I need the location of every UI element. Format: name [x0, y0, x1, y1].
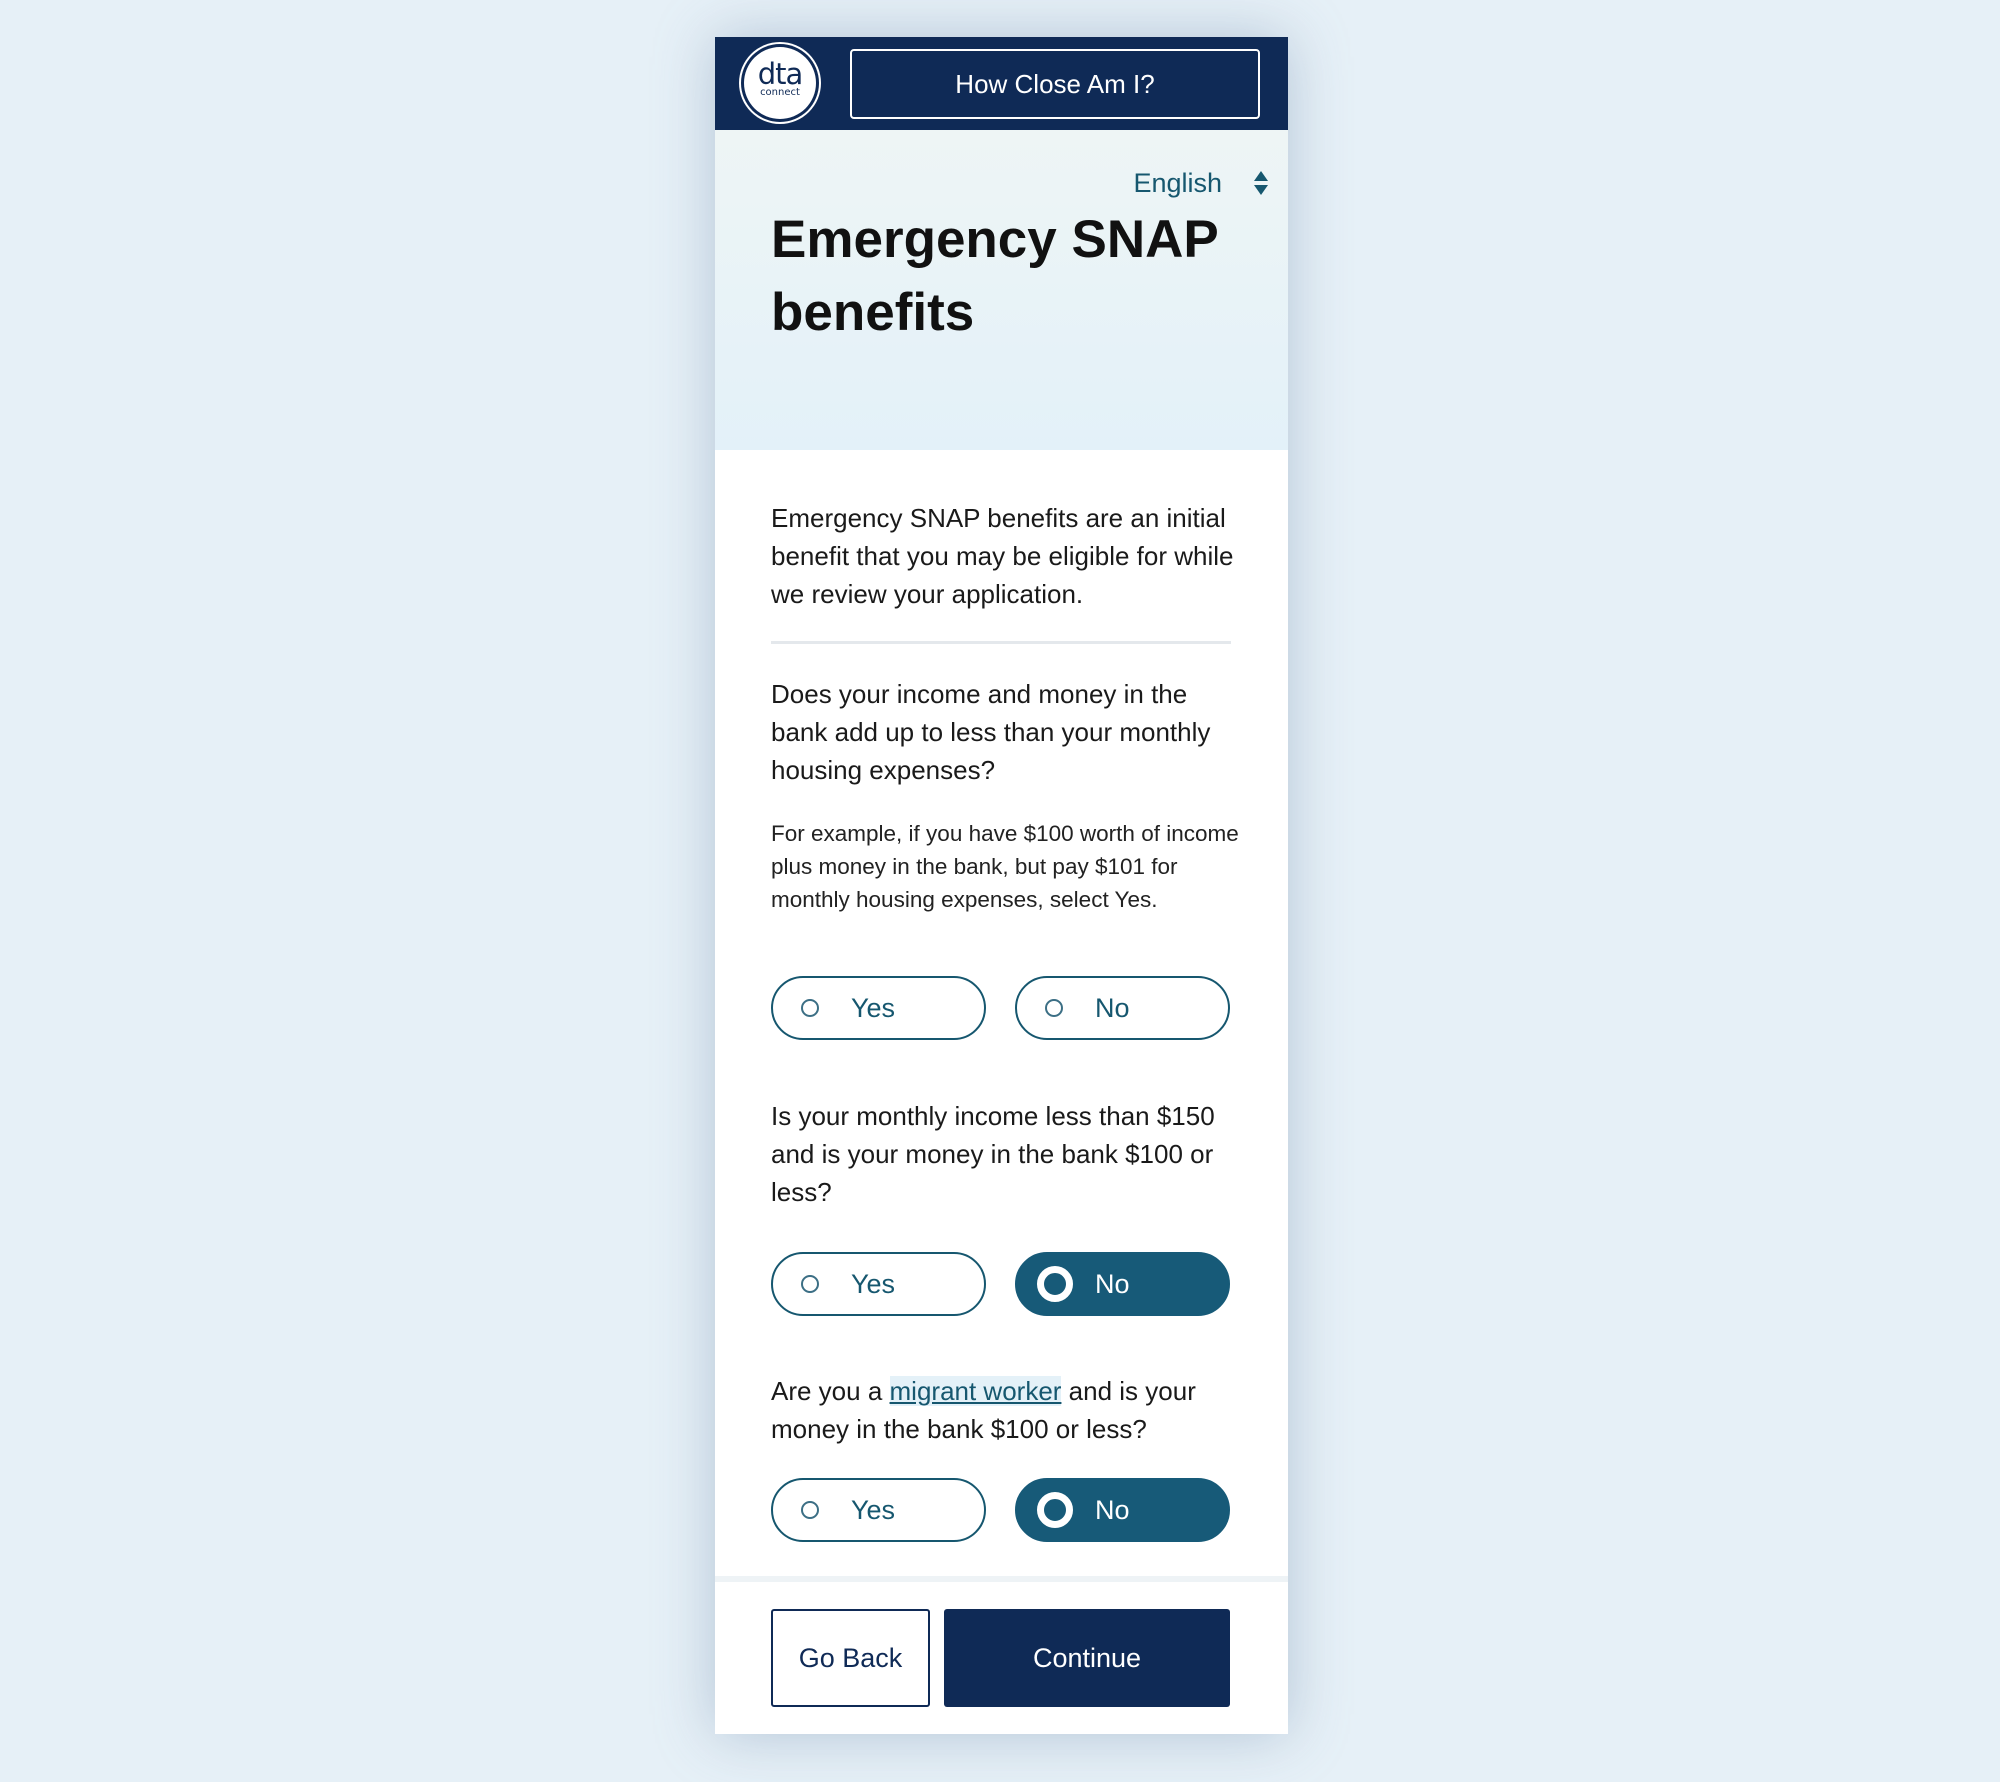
- question-housing-expenses-help: For example, if you have $100 worth of i…: [771, 821, 1239, 912]
- page-title: Emergency SNAP benefits: [771, 210, 1218, 342]
- footer-separator: [715, 1576, 1288, 1582]
- continue-button[interactable]: Continue: [944, 1609, 1230, 1707]
- housing-expenses-yes-radio[interactable]: Yes: [771, 976, 986, 1040]
- migrant-worker-link[interactable]: migrant worker: [889, 1376, 1062, 1406]
- monthly-income-yes-radio[interactable]: Yes: [771, 1252, 986, 1316]
- phone-screen: dta connect How Close Am I? English Emer…: [715, 37, 1288, 1734]
- radio-circle-icon: [1045, 999, 1063, 1017]
- language-select[interactable]: English: [1102, 163, 1274, 203]
- radio-label: Yes: [851, 1269, 896, 1299]
- radio-selected-icon: [1037, 1266, 1073, 1302]
- housing-expenses-no-radio[interactable]: No: [1015, 976, 1230, 1040]
- radio-label: Yes: [851, 993, 896, 1023]
- sort-arrows-icon: [1254, 171, 1268, 195]
- radio-circle-icon: [801, 1501, 819, 1519]
- logo-subtext: connect: [760, 87, 800, 98]
- page-header: English Emergency SNAP benefits: [715, 130, 1288, 450]
- question-monthly-income: Is your monthly income less than $150 an…: [771, 1101, 1215, 1207]
- radio-label: No: [1095, 1269, 1130, 1299]
- radio-label: No: [1095, 993, 1130, 1023]
- divider: [771, 641, 1231, 644]
- migrant-worker-yes-radio[interactable]: Yes: [771, 1478, 986, 1542]
- radio-circle-icon: [801, 999, 819, 1017]
- dta-connect-logo[interactable]: dta connect: [744, 47, 816, 119]
- question-text-start: Are you a: [771, 1376, 890, 1406]
- go-back-button[interactable]: Go Back: [771, 1609, 930, 1707]
- radio-label: No: [1095, 1495, 1130, 1525]
- migrant-worker-no-radio[interactable]: No: [1015, 1478, 1230, 1542]
- language-select-value: English: [1133, 168, 1222, 198]
- monthly-income-no-radio[interactable]: No: [1015, 1252, 1230, 1316]
- question-housing-expenses: Does your income and money in the bank a…: [771, 679, 1211, 785]
- intro-text: Emergency SNAP benefits are an initial b…: [771, 503, 1234, 609]
- radio-circle-icon: [801, 1275, 819, 1293]
- question-migrant-worker: Are you a migrant worker and is your mon…: [771, 1372, 1251, 1448]
- radio-selected-icon: [1037, 1492, 1073, 1528]
- how-close-am-i-button[interactable]: How Close Am I?: [850, 49, 1260, 119]
- radio-label: Yes: [851, 1495, 896, 1525]
- logo-text: dta: [757, 57, 804, 91]
- top-bar: dta connect How Close Am I?: [715, 37, 1288, 130]
